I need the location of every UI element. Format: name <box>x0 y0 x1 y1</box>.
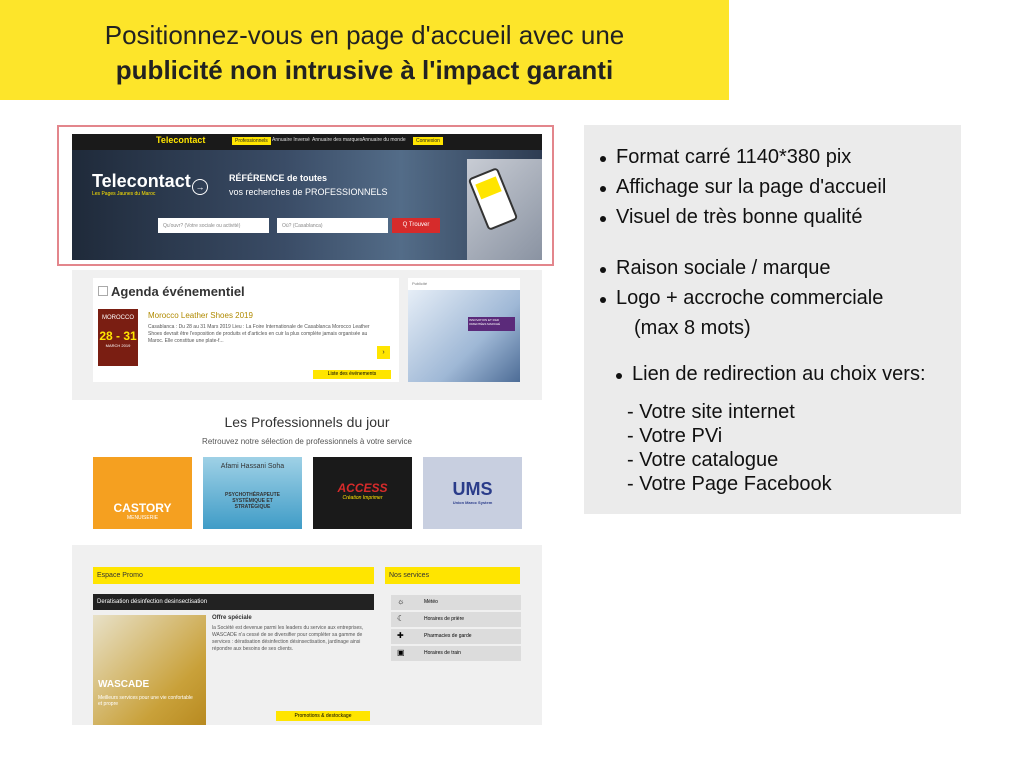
nav-professionnels[interactable]: Professionnels <box>232 137 271 145</box>
feature-redirect: Lien de redirection au choix vers: <box>616 363 926 385</box>
agenda-event-thumb[interactable]: MOROCCO 28 - 31 MARCH 2019 <box>98 309 138 366</box>
smartphone-icon <box>467 167 519 231</box>
redirect-pvi: - Votre PVi <box>627 425 723 447</box>
pub-caption: INNOVATION ET R&D ORIENTÉES MARCHÉ <box>468 317 515 331</box>
pro-card-castory[interactable]: CASTORY MENUISERIE <box>93 457 192 529</box>
agenda-section: Agenda événementiel MOROCCO 28 - 31 MARC… <box>72 270 542 400</box>
service-item-prieres[interactable]: ☾ Horaires de prière <box>391 612 521 627</box>
pros-section: Les Professionnels du jour Retrouvez not… <box>72 405 542 540</box>
medkit-icon: ✚ <box>397 631 404 640</box>
feature-quality: Visuel de très bonne qualité <box>599 206 863 228</box>
pro-name: UMS <box>452 479 493 499</box>
hero-logo-sub: Les Pages Jaunes du Maroc <box>92 191 156 197</box>
calendar-icon <box>98 286 108 296</box>
agenda-thumb-top: MOROCCO <box>102 315 134 321</box>
hero-title: RÉFÉRENCE de toutes <box>229 173 328 183</box>
hero-banner[interactable]: Telecontact Professionnels Annuaire Inve… <box>72 134 542 260</box>
headline-banner: Positionnez-vous en page d'accueil avec … <box>0 0 729 100</box>
nav-annuaire-inverse[interactable]: Annuaire Inversé <box>272 137 310 143</box>
feature-list-panel: Format carré 1140*380 pix Affichage sur … <box>584 125 961 514</box>
pros-title: Les Professionnels du jour <box>224 414 390 430</box>
site-logo-small[interactable]: Telecontact <box>156 135 205 145</box>
nav-connexion[interactable]: Connexion <box>413 137 443 145</box>
promo-bar[interactable]: Deratisation désinfection desinsectisati… <box>93 594 374 610</box>
pub-label: Publicité <box>412 281 428 286</box>
agenda-thumb-month: MARCH 2019 <box>105 343 131 348</box>
pub-card[interactable]: Publicité INNOVATION ET R&D ORIENTÉES MA… <box>408 278 520 382</box>
feature-display: Affichage sur la page d'accueil <box>599 176 887 198</box>
pro-sub: Union Maroc System <box>452 500 493 505</box>
nav-annuaire-marques[interactable]: Annuaire des marques <box>312 137 362 143</box>
search-what-placeholder: Qu'ouvr? (Votre sociale ou activité) <box>163 223 241 229</box>
train-icon: ▣ <box>397 648 405 657</box>
moon-icon: ☾ <box>397 614 405 623</box>
agenda-event-title[interactable]: Morocco Leather Shoes 2019 <box>148 311 253 320</box>
pros-subtitle: Retrouvez notre sélection de professionn… <box>202 437 412 446</box>
pro-name: CASTORY <box>113 501 172 515</box>
service-label: Horaires de prière <box>424 616 465 622</box>
pro-card-ums[interactable]: UMS Union Maroc System <box>423 457 522 529</box>
pro-name: Afami Hassani Soha <box>220 463 285 470</box>
promo-section: Espace Promo Deratisation désinfection d… <box>72 545 542 725</box>
pub-lab-image: INNOVATION ET R&D ORIENTÉES MARCHÉ <box>408 290 520 382</box>
hero-logo: Telecontact <box>92 171 191 191</box>
pro-card-afami[interactable]: Afami Hassani Soha PSYCHOTHÉRAPEUTE SYST… <box>203 457 302 529</box>
service-item-meteo[interactable]: ☼ Météo <box>391 595 521 610</box>
search-what-input[interactable]: Qu'ouvr? (Votre sociale ou activité) <box>158 218 269 233</box>
service-item-pharmacies[interactable]: ✚ Pharmacies de garde <box>391 629 521 644</box>
headline-line1: Positionnez-vous en page d'accueil avec … <box>104 20 625 50</box>
nav-annuaire-monde[interactable]: Annuaire du monde <box>362 137 406 143</box>
services-list: ☼ Météo ☾ Horaires de prière ✚ Pharmacie… <box>391 595 521 665</box>
feature-brand: Raison sociale / marque <box>600 257 831 279</box>
promo-title: Espace Promo <box>93 567 374 584</box>
promo-brand: WASCADE <box>98 679 150 690</box>
redirect-website: - Votre site internet <box>627 401 795 423</box>
agenda-list-button[interactable]: Liste des événements <box>313 370 391 379</box>
pro-card-access[interactable]: ACCESS Création Imprimer <box>313 457 412 529</box>
feature-logo: Logo + accroche commerciale <box>599 287 884 309</box>
sun-icon: ☼ <box>397 597 405 606</box>
pro-sub: PSYCHOTHÉRAPEUTE SYSTÉMIQUE ET STRATÉGIQ… <box>224 492 280 510</box>
promo-text: la Société est devenue parmi les leaders… <box>212 625 364 652</box>
pro-name: ACCESS <box>337 481 388 495</box>
search-where-placeholder: Où? (Casablanca) <box>282 223 323 229</box>
services-title: Nos services <box>385 567 520 584</box>
search-button[interactable]: Q Trouver <box>392 218 440 233</box>
promo-offer: Offre spéciale <box>212 615 252 621</box>
pro-sub: MENUISERIE <box>126 515 159 521</box>
feature-format: Format carré 1140*380 pix <box>599 146 852 168</box>
service-label: Pharmacies de garde <box>424 633 472 639</box>
agenda-event-text: Casablanca : Du 28 au 31 Mars 2019 Lieu … <box>148 324 370 344</box>
promo-button[interactable]: Promotions & destockage <box>276 711 370 721</box>
agenda-card: Agenda événementiel MOROCCO 28 - 31 MARC… <box>93 278 399 382</box>
service-item-train[interactable]: ▣ Horaires de train <box>391 646 521 661</box>
promo-brand-sub: Meilleurs services pour une vie conforta… <box>98 695 193 707</box>
redirect-catalogue: - Votre catalogue <box>627 449 779 471</box>
search-where-input[interactable]: Où? (Casablanca) <box>277 218 388 233</box>
promo-image[interactable]: WASCADE Meilleurs services pour une vie … <box>93 615 206 725</box>
arrow-right-icon: → <box>192 179 208 195</box>
headline-line2: publicité non intrusive à l'impact garan… <box>115 55 614 85</box>
feature-max-words: (max 8 mots) <box>634 317 751 339</box>
service-label: Météo <box>424 599 438 605</box>
agenda-title: Agenda événementiel <box>111 284 245 299</box>
service-label: Horaires de train <box>424 650 461 656</box>
site-nav: Telecontact Professionnels Annuaire Inve… <box>72 134 542 150</box>
hero-subtitle: vos recherches de PROFESSIONNELS <box>229 187 388 197</box>
redirect-facebook: - Votre Page Facebook <box>627 473 832 495</box>
hand-phone-image <box>467 159 542 260</box>
agenda-next-icon[interactable]: › <box>377 346 390 359</box>
agenda-thumb-dates: 28 - 31 <box>99 329 137 343</box>
pro-sub: Création Imprimer <box>342 495 383 501</box>
